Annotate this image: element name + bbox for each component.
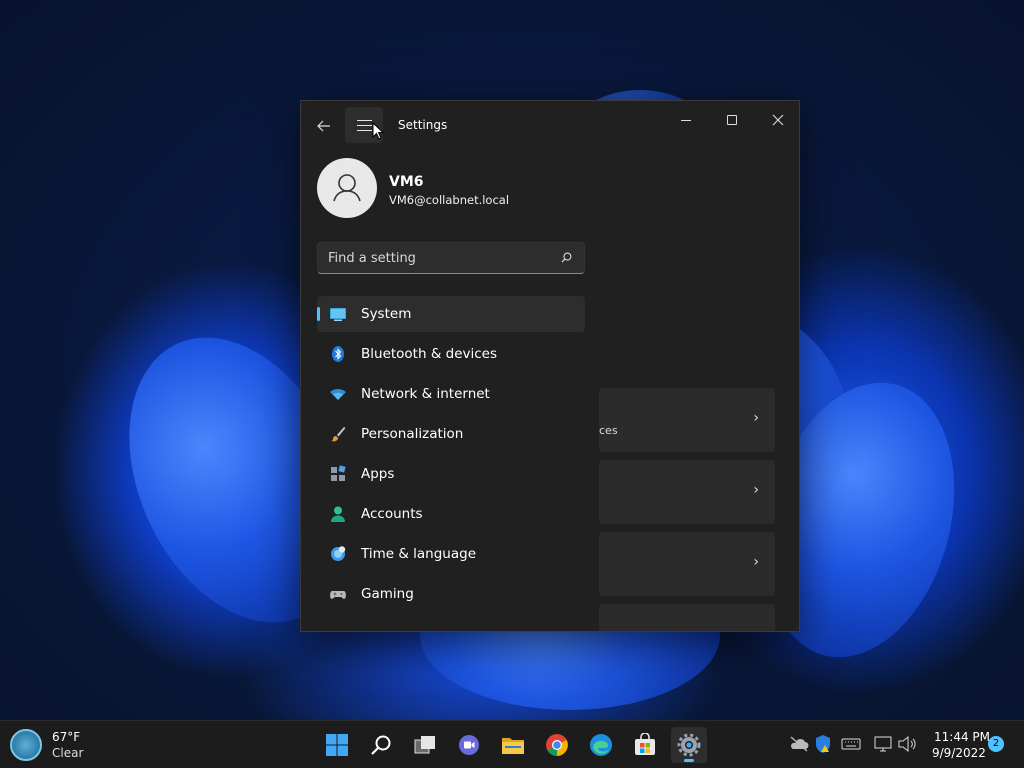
chrome-button[interactable]	[539, 727, 575, 763]
network-icon[interactable]	[873, 734, 893, 754]
card-description: ces	[599, 424, 618, 437]
folder-icon	[502, 738, 524, 754]
task-view-icon	[414, 736, 435, 754]
nav-item-apps[interactable]: Apps	[317, 456, 585, 492]
clock-time[interactable]: 11:44 PM	[934, 730, 990, 744]
hamburger-menu-icon	[357, 120, 372, 121]
edge-button[interactable]	[583, 727, 619, 763]
nav-item-time-language[interactable]: Time & language	[317, 536, 585, 572]
clock-date[interactable]: 9/9/2022	[932, 746, 986, 760]
settings-window: Settings VM6 VM6@collabnet.local System	[300, 100, 800, 632]
file-explorer-button[interactable]	[495, 727, 531, 763]
weather-icon[interactable]	[10, 729, 42, 761]
maximize-icon	[727, 115, 737, 125]
nav-label-gaming: Gaming	[361, 586, 414, 602]
start-button[interactable]	[319, 727, 355, 763]
maximize-button[interactable]	[709, 105, 755, 135]
chevron-right-icon: ›	[753, 554, 759, 570]
nav-item-bluetooth[interactable]: Bluetooth & devices	[317, 336, 585, 372]
search-input[interactable]	[318, 243, 558, 273]
nav-item-accounts[interactable]: Accounts	[317, 496, 585, 532]
onedrive-offline-icon[interactable]	[789, 734, 809, 754]
nav-label-accounts: Accounts	[361, 506, 423, 522]
nav-label-personalization: Personalization	[361, 426, 464, 442]
system-display-icon	[330, 308, 346, 321]
window-title: Settings	[398, 118, 448, 132]
notification-badge[interactable]: 2	[988, 736, 1004, 752]
search-icon	[371, 735, 391, 755]
nav-item-personalization[interactable]: Personalization	[317, 416, 585, 452]
nav-item-gaming[interactable]: Gaming	[317, 576, 585, 612]
wifi-icon	[330, 389, 346, 400]
mouse-cursor-icon	[372, 122, 384, 140]
person-icon	[331, 506, 345, 522]
gear-icon	[677, 733, 701, 757]
close-icon	[772, 114, 784, 126]
gamepad-icon	[330, 591, 346, 599]
user-name: VM6	[389, 174, 424, 190]
taskbar: 67°F Clear 11:44 PM 9/9/2022 2	[0, 720, 1024, 768]
teams-chat-button[interactable]	[451, 727, 487, 763]
close-button[interactable]	[755, 105, 799, 135]
search-taskbar-button[interactable]	[363, 727, 399, 763]
edge-icon	[590, 734, 612, 756]
back-arrow-icon	[317, 120, 330, 132]
nav-item-system[interactable]: System	[317, 296, 585, 332]
back-button[interactable]	[311, 113, 337, 139]
nav-label-bluetooth: Bluetooth & devices	[361, 346, 498, 362]
apps-icon	[331, 465, 346, 481]
task-view-button[interactable]	[407, 727, 443, 763]
minimize-button[interactable]	[663, 105, 709, 135]
search-box[interactable]	[317, 242, 585, 274]
settings-card[interactable]: ces ›	[599, 388, 775, 452]
nav-label-network: Network & internet	[361, 386, 490, 402]
nav-label-apps: Apps	[361, 466, 395, 482]
minimize-icon	[681, 119, 691, 121]
weather-temperature[interactable]: 67°F	[52, 730, 80, 744]
navigation-list: System Bluetooth & devices Network & int…	[317, 296, 585, 616]
user-avatar[interactable]	[317, 158, 377, 218]
paintbrush-icon	[331, 427, 346, 442]
nav-item-network[interactable]: Network & internet	[317, 376, 585, 412]
chat-icon	[459, 735, 479, 755]
settings-card[interactable]: ›	[599, 460, 775, 524]
hamburger-menu-icon	[357, 130, 372, 131]
settings-card[interactable]: ›	[599, 532, 775, 596]
security-shield-icon[interactable]	[813, 734, 833, 754]
person-icon	[333, 174, 361, 202]
settings-card[interactable]	[599, 604, 775, 631]
nav-label-time-language: Time & language	[361, 546, 477, 562]
search-icon[interactable]	[561, 252, 572, 263]
volume-icon[interactable]	[897, 734, 917, 754]
chevron-right-icon: ›	[753, 482, 759, 498]
weather-condition[interactable]: Clear	[52, 746, 83, 760]
nav-label-system: System	[361, 306, 412, 322]
globe-clock-icon	[331, 546, 346, 561]
chrome-icon	[546, 734, 568, 756]
store-icon	[635, 733, 655, 755]
keyboard-icon[interactable]	[841, 734, 861, 754]
hamburger-menu-icon	[357, 125, 372, 126]
bluetooth-icon	[332, 346, 344, 362]
windows-logo-icon	[326, 734, 348, 756]
store-button[interactable]	[627, 727, 663, 763]
chevron-right-icon: ›	[753, 410, 759, 426]
user-email: VM6@collabnet.local	[389, 193, 510, 207]
settings-taskbar-button[interactable]	[671, 727, 707, 763]
